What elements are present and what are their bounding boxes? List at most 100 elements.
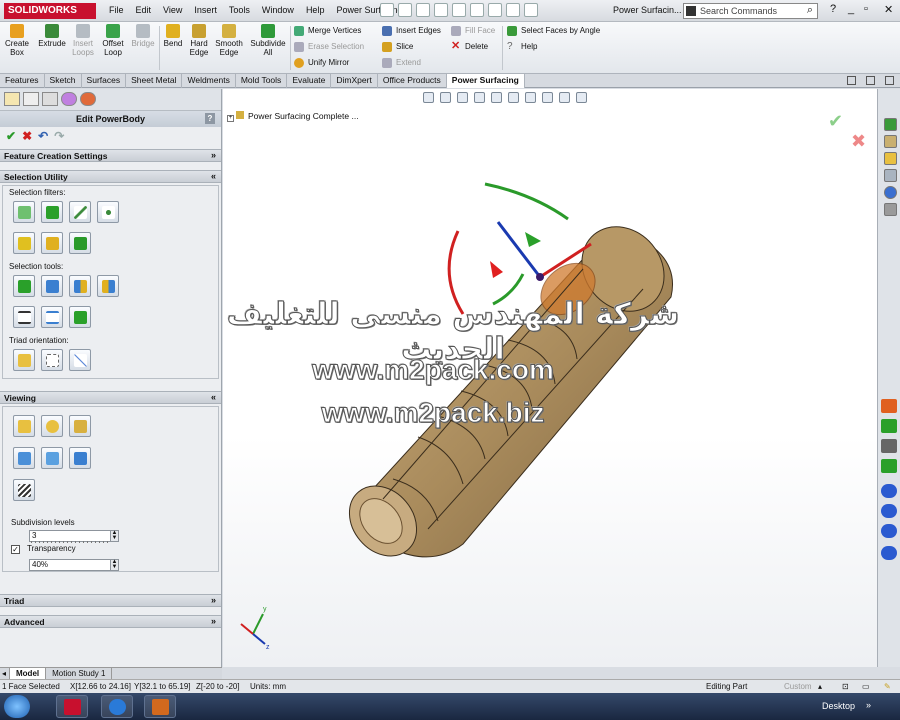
select-connected-button[interactable] bbox=[69, 306, 91, 328]
edit-sketch-icon[interactable]: ✎ bbox=[884, 680, 891, 693]
tab-dimxpert[interactable]: DimXpert bbox=[331, 74, 378, 88]
tab-sketch[interactable]: Sketch bbox=[45, 74, 82, 88]
undo-icon[interactable]: ↶ bbox=[38, 130, 48, 142]
feature-tree-icon[interactable] bbox=[4, 92, 20, 106]
bend-button[interactable]: Bend bbox=[162, 24, 184, 48]
delete-button[interactable]: ✕ Delete bbox=[451, 40, 488, 54]
solidworks-logo[interactable]: SOLIDWORKS bbox=[4, 3, 96, 19]
view-cage-button[interactable] bbox=[69, 447, 91, 469]
rotate-icon[interactable] bbox=[881, 524, 897, 538]
viewing-header[interactable]: Viewing « bbox=[0, 391, 221, 404]
tab-mold-tools[interactable]: Mold Tools bbox=[236, 74, 288, 88]
search-input[interactable]: Search Commands bbox=[700, 6, 777, 16]
view-zebra-button[interactable] bbox=[13, 479, 35, 501]
collapse-chevron-icon[interactable]: « bbox=[211, 171, 216, 181]
display-manager-icon[interactable] bbox=[80, 92, 96, 106]
collapse-chevron-icon[interactable]: « bbox=[211, 392, 216, 402]
settings-icon[interactable] bbox=[881, 546, 897, 560]
graphics-area[interactable]: + Power Surfacing Complete ... ✔ ✖ y z ش… bbox=[223, 89, 877, 667]
extend-button[interactable]: Extend bbox=[382, 56, 421, 70]
expand-chevron-icon[interactable]: » bbox=[211, 595, 216, 605]
rebuild-icon[interactable] bbox=[506, 3, 520, 17]
filter-body-button[interactable] bbox=[13, 232, 35, 254]
custom-properties-icon[interactable] bbox=[884, 203, 897, 216]
restore-icon[interactable]: ▫ bbox=[864, 3, 868, 15]
feature-creation-settings-header[interactable]: Feature Creation Settings » bbox=[0, 149, 221, 162]
menu-edit[interactable]: Edit bbox=[130, 5, 158, 15]
close-icon[interactable]: ✕ bbox=[884, 3, 893, 16]
cancel-icon[interactable]: ✖ bbox=[22, 130, 32, 142]
appearances-icon[interactable] bbox=[884, 186, 897, 199]
triad-header[interactable]: Triad » bbox=[0, 594, 221, 607]
filter-loop-button[interactable] bbox=[41, 232, 63, 254]
bridge-button[interactable]: Bridge bbox=[129, 24, 157, 48]
smooth-edge-button[interactable]: Smooth Edge bbox=[214, 24, 244, 57]
help-icon[interactable]: ? bbox=[830, 3, 836, 15]
doc-tile-icon[interactable] bbox=[866, 76, 875, 85]
tab-office-products[interactable]: Office Products bbox=[378, 74, 447, 88]
tab-weldments[interactable]: Weldments bbox=[182, 74, 236, 88]
navigate-icon[interactable] bbox=[881, 504, 897, 518]
menu-window[interactable]: Window bbox=[256, 5, 300, 15]
record-icon[interactable] bbox=[881, 419, 897, 433]
tab-power-surfacing[interactable]: Power Surfacing bbox=[446, 74, 525, 88]
units-custom[interactable]: Custom bbox=[784, 680, 812, 693]
merge-vertices-button[interactable]: Merge Vertices bbox=[294, 24, 361, 38]
menu-view[interactable]: View bbox=[157, 5, 188, 15]
extrude-button[interactable]: Extrude bbox=[36, 24, 68, 48]
tab-features[interactable]: Features bbox=[0, 74, 45, 88]
transparency-input[interactable]: 40% bbox=[29, 559, 111, 571]
unify-mirror-button[interactable]: Unify Mirror bbox=[294, 56, 349, 70]
filter-vertices-button[interactable] bbox=[13, 201, 35, 223]
triad-global-button[interactable] bbox=[13, 349, 35, 371]
fill-face-button[interactable]: Fill Face bbox=[451, 24, 495, 38]
hard-edge-button[interactable]: Hard Edge bbox=[187, 24, 211, 57]
view-smooth-mode-button[interactable] bbox=[41, 415, 63, 437]
transparency-checkbox[interactable]: ✓ bbox=[11, 545, 20, 554]
erase-selection-button[interactable]: Erase Selection bbox=[294, 40, 364, 54]
shrink-selection-button[interactable] bbox=[69, 275, 91, 297]
minimize-icon[interactable]: _ bbox=[848, 3, 854, 15]
rebuild-status-icon[interactable]: ⊡ bbox=[842, 680, 849, 693]
dimxpert-icon[interactable] bbox=[61, 92, 77, 106]
menu-insert[interactable]: Insert bbox=[188, 5, 223, 15]
camera-icon[interactable] bbox=[881, 439, 897, 453]
new-document-icon[interactable] bbox=[398, 3, 412, 17]
expand-chevron-icon[interactable]: » bbox=[211, 616, 216, 626]
screen-capture-icon[interactable] bbox=[881, 459, 897, 473]
tab-surfaces[interactable]: Surfaces bbox=[82, 74, 127, 88]
grow-selection-button[interactable] bbox=[41, 275, 63, 297]
tab-model[interactable]: ◂ bbox=[0, 668, 10, 679]
pin-icon[interactable] bbox=[380, 3, 394, 17]
filter-faces-button[interactable] bbox=[41, 201, 63, 223]
configuration-manager-icon[interactable] bbox=[42, 92, 58, 106]
create-box-button[interactable]: Create Box bbox=[4, 24, 30, 57]
search-commands[interactable]: Search Commands ⌕ bbox=[683, 3, 818, 19]
tab-sheet-metal[interactable]: Sheet Metal bbox=[126, 74, 183, 88]
pm-help-icon[interactable]: ? bbox=[205, 113, 215, 124]
tab-motion-study[interactable]: Motion Study 1 bbox=[46, 668, 113, 679]
help-button[interactable]: ? Help bbox=[507, 40, 537, 54]
tab-evaluate[interactable]: Evaluate bbox=[287, 74, 332, 88]
subdivide-all-button[interactable]: Subdivide All bbox=[249, 24, 287, 57]
tab-model-view[interactable]: Model bbox=[10, 668, 47, 679]
view-both-mode-button[interactable] bbox=[69, 415, 91, 437]
start-button[interactable] bbox=[4, 695, 30, 718]
property-manager-icon[interactable] bbox=[23, 92, 39, 106]
undo-icon[interactable] bbox=[470, 3, 484, 17]
ok-icon[interactable]: ✔ bbox=[6, 130, 16, 142]
quick-tips-icon[interactable]: ▭ bbox=[862, 680, 870, 693]
save-icon[interactable] bbox=[434, 3, 448, 17]
select-loop-down-button[interactable] bbox=[41, 306, 63, 328]
magnifier-icon[interactable]: ⌕ bbox=[807, 4, 813, 17]
open-icon[interactable] bbox=[416, 3, 430, 17]
select-loop-up-button[interactable] bbox=[13, 306, 35, 328]
view-edges-button[interactable] bbox=[13, 447, 35, 469]
tray-expand-icon[interactable]: » bbox=[866, 700, 871, 710]
pause-icon[interactable] bbox=[881, 484, 897, 498]
filter-points-button[interactable] bbox=[97, 201, 119, 223]
offset-loop-button[interactable]: Offset Loop bbox=[99, 24, 127, 57]
insert-edges-button[interactable]: Insert Edges bbox=[382, 24, 441, 38]
selection-utility-header[interactable]: Selection Utility « bbox=[0, 170, 221, 183]
taskbar-powerpoint[interactable] bbox=[144, 695, 176, 718]
